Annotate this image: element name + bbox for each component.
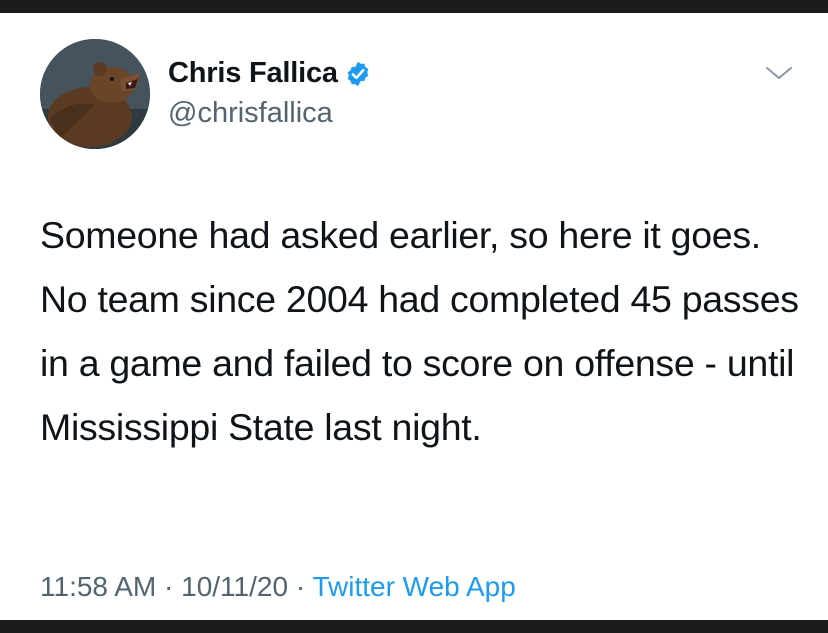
tweet-metadata: 11:58 AM · 10/11/20 · Twitter Web App [40, 571, 516, 603]
chevron-down-icon[interactable] [764, 63, 794, 83]
meta-separator: · [164, 571, 174, 602]
tweet-card: Chris Fallica @chrisfallica Someone had … [0, 13, 828, 620]
verified-badge-icon [347, 61, 369, 86]
tweet-source[interactable]: Twitter Web App [312, 571, 515, 602]
avatar[interactable] [40, 39, 150, 149]
author-name-row: Chris Fallica [168, 57, 372, 90]
meta-separator: · [295, 571, 306, 602]
tweet-date[interactable]: 10/11/20 [181, 571, 288, 602]
tweet-time[interactable]: 11:58 AM [40, 571, 156, 602]
display-name[interactable]: Chris Fallica [168, 57, 338, 90]
bear-avatar-image [40, 39, 150, 149]
handle[interactable]: @chrisfallica [168, 97, 333, 130]
tweet-text: Someone had asked earlier, so here it go… [40, 214, 799, 448]
